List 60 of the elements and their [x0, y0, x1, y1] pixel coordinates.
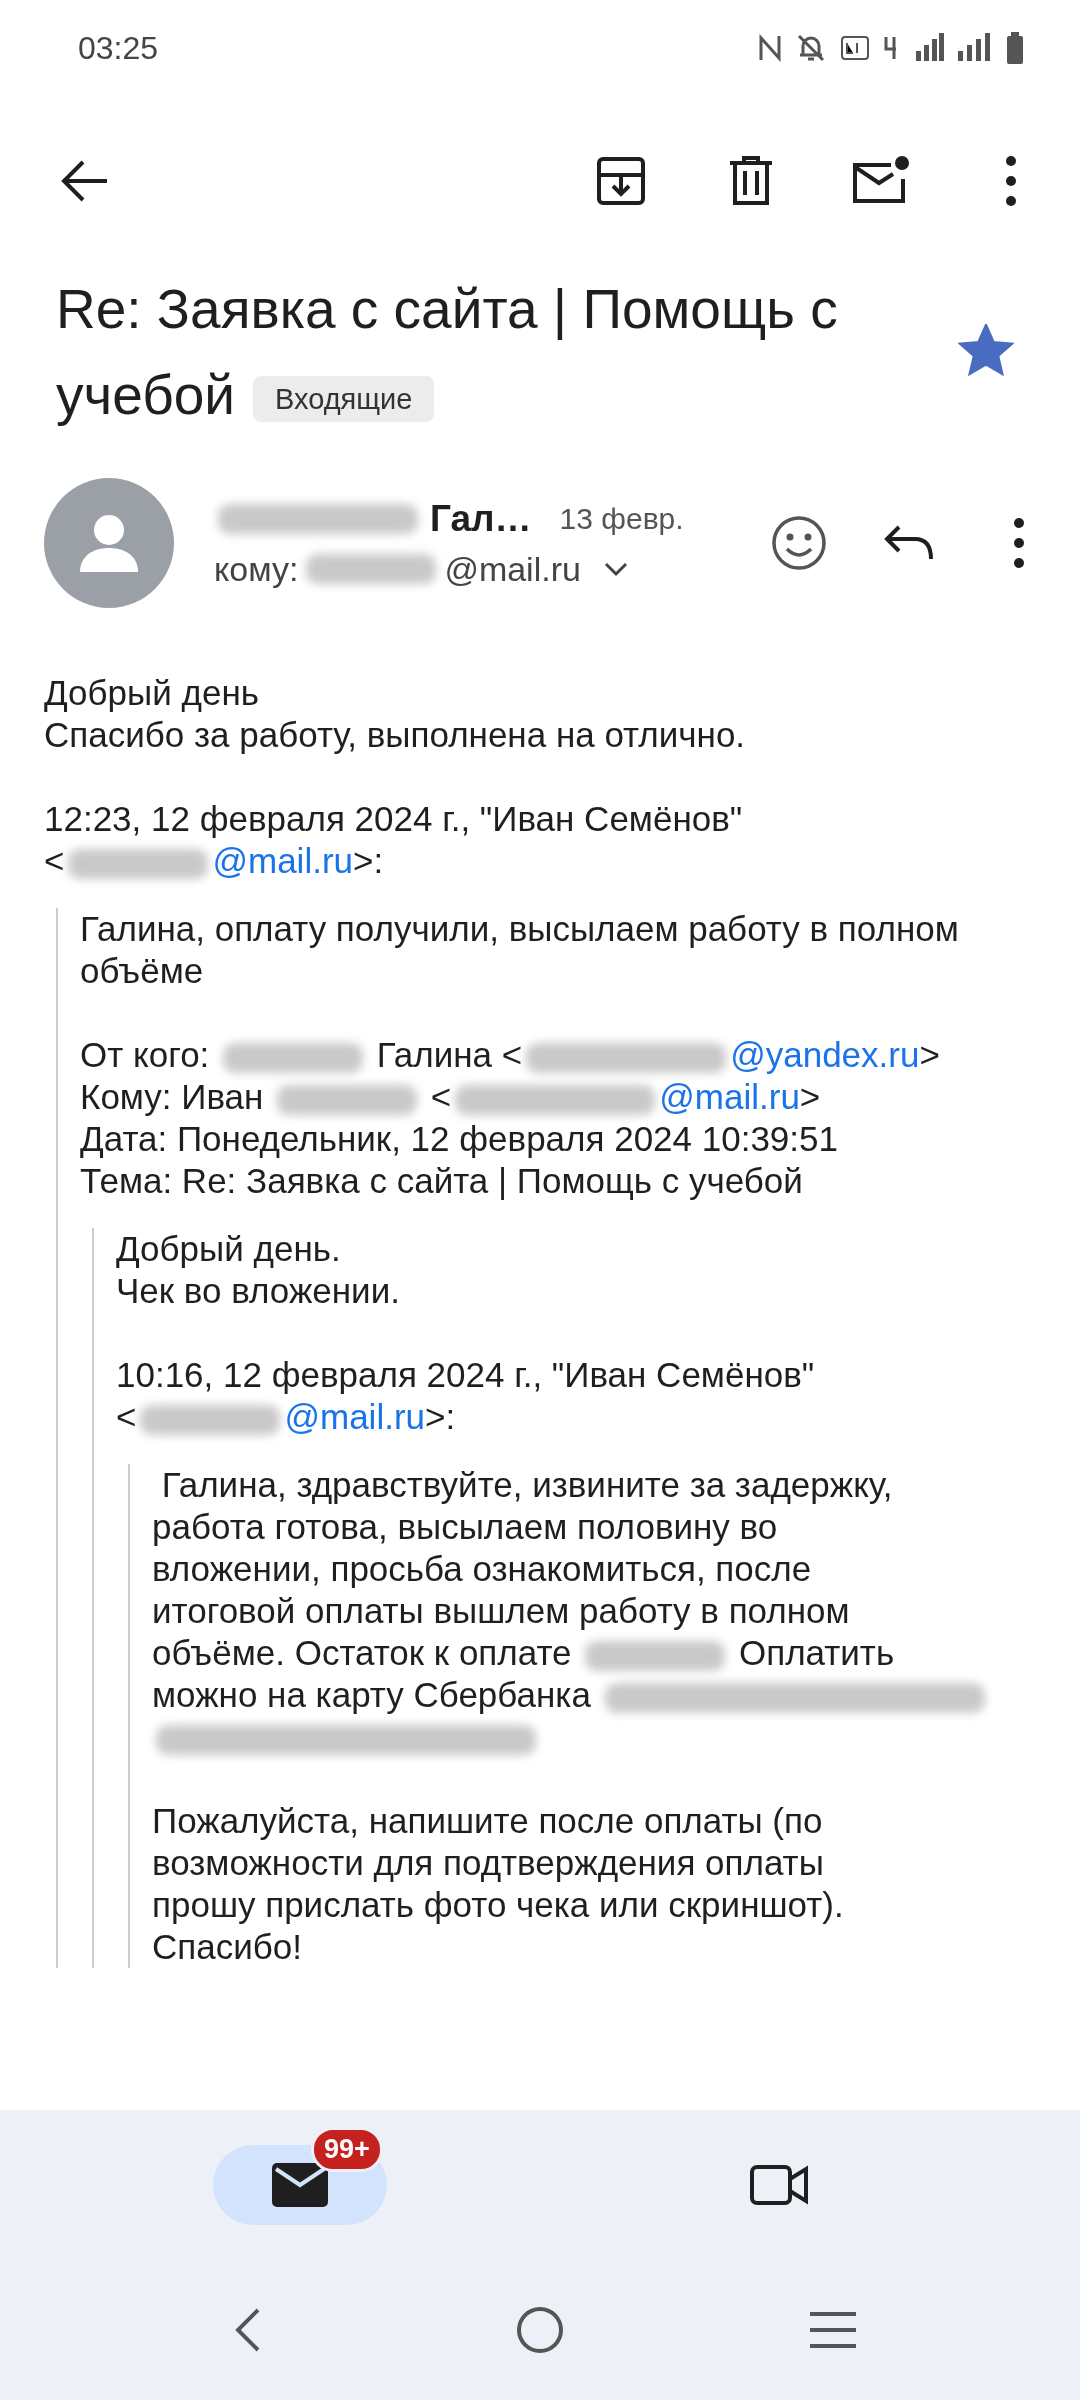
nfc-icon [758, 33, 782, 63]
battery-icon [1006, 32, 1024, 64]
body-text: Спасибо за работу, выполнена на отлично. [44, 715, 746, 754]
body-text: можно на карту Сбербанка [152, 1675, 592, 1714]
three-lines-icon [808, 2310, 859, 2350]
body-text: Галина < [375, 1035, 523, 1074]
body-text: объёме. Остаток к оплате [152, 1633, 573, 1672]
body-text: объёме [80, 951, 204, 990]
message-date: 13 февр. [559, 501, 684, 536]
body-text: < [44, 841, 65, 880]
body-text: Галина, здравствуйте, извините за задержку, [160, 1465, 893, 1504]
body-text: < [116, 1397, 137, 1436]
body-text: Пожалуйста, напишите после оплаты (по [152, 1801, 823, 1840]
bell-off-icon [796, 33, 826, 63]
more-icon [1013, 517, 1025, 569]
body-text: От кого: [80, 1035, 211, 1074]
inbox-label: Входящие [252, 376, 435, 423]
body-text: Добрый день [44, 673, 259, 712]
body-text: Чек во вложении. [116, 1271, 400, 1310]
body-text: >: [425, 1397, 456, 1436]
body-text: 12:23, 12 февраля 2024 г., "Иван Семёнов" [44, 799, 743, 838]
sender-name: Гал… [430, 497, 532, 540]
volte-icon [840, 33, 870, 63]
body-text: > [919, 1035, 940, 1074]
body-text: Добрый день. [116, 1229, 341, 1268]
email-link[interactable]: @mail.ru [284, 1397, 425, 1436]
body-text: Оплатить [738, 1633, 895, 1672]
circle-icon [515, 2305, 565, 2355]
body-text: < [429, 1077, 452, 1116]
recipient-address: @mail.ru [444, 549, 581, 589]
status-time: 03:25 [78, 29, 159, 67]
smiley-icon [771, 515, 827, 571]
email-link[interactable]: @yandex.ru [730, 1035, 920, 1074]
signal-4g-icon [884, 33, 944, 63]
chevron-down-icon[interactable] [602, 561, 629, 577]
body-text: вложении, просьба ознакомиться, после [152, 1549, 812, 1588]
archive-icon [595, 155, 647, 207]
back-arrow-icon [61, 159, 109, 203]
video-icon [750, 2163, 810, 2207]
body-text: прошу прислать фото чека или скриншот). [152, 1885, 844, 1924]
body-text: Дата: Понедельник, 12 февраля 2024 10:39:51 [80, 1119, 838, 1158]
signal-icon [958, 33, 992, 63]
body-text: Тема: Re: Заявка с сайта | Помощь с учебой [80, 1161, 803, 1200]
body-text: > [799, 1077, 821, 1116]
body-text: Галина, оплату получили, высылаем работу в полном [80, 909, 959, 948]
more-icon [1005, 155, 1017, 207]
email-link[interactable]: @mail.ru [212, 841, 353, 880]
email-subject: Re: Заявка с сайта | Помощь с учебой Входящие [56, 277, 839, 428]
trash-icon [728, 155, 774, 207]
body-text: 10:16, 12 февраля 2024 г., "Иван Семёнов" [116, 1355, 815, 1394]
mail-icon [272, 2163, 328, 2207]
body-text: Кому: Иван [80, 1077, 265, 1116]
body-text: >: [353, 841, 384, 880]
email-link[interactable]: @mail.ru [659, 1077, 800, 1116]
body-text: возможности для подтверждения оплаты [152, 1843, 824, 1882]
body-text: итоговой оплаты вышлем работу в полном [152, 1591, 850, 1630]
body-text: Спасибо! [152, 1927, 302, 1966]
body-text: работа готова, высылаем половину во [152, 1507, 778, 1546]
recipient-label: кому: [214, 549, 299, 589]
unread-badge: 99+ [311, 2127, 383, 2172]
